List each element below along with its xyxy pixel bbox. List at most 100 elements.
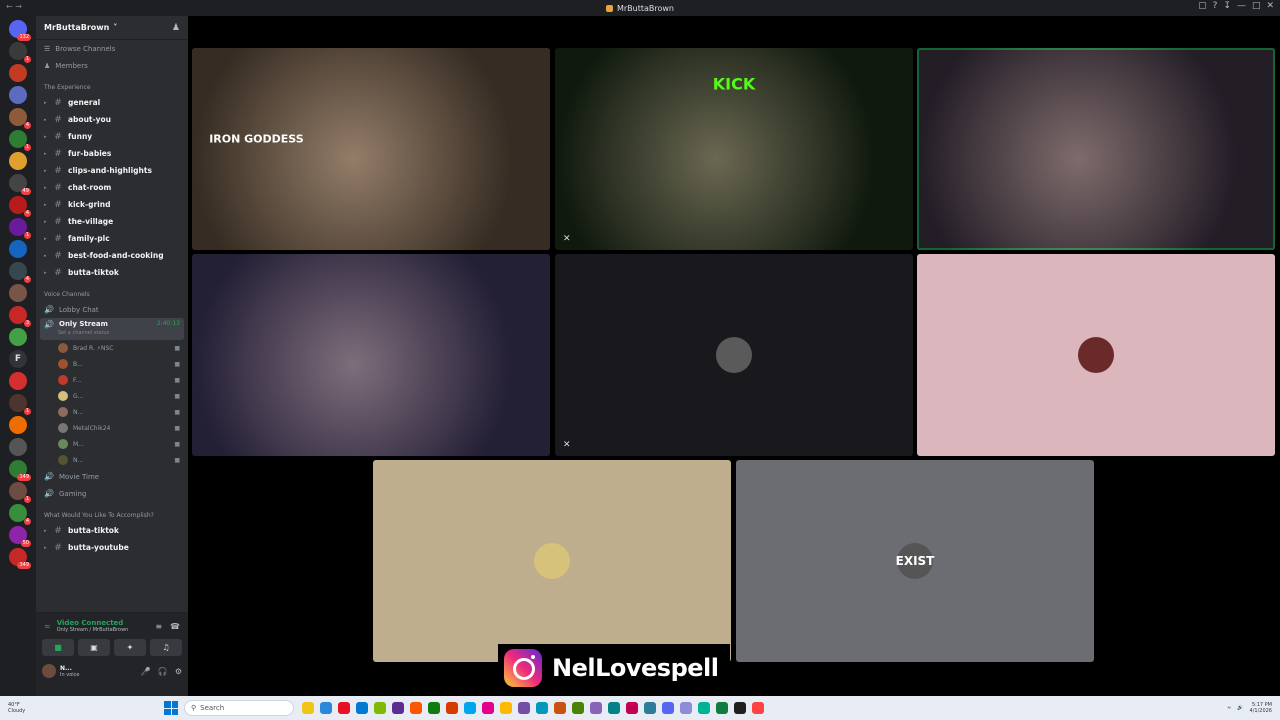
- voice-member[interactable]: B... ■: [36, 356, 188, 372]
- server-icon[interactable]: 1: [9, 218, 31, 239]
- channel-about-you[interactable]: ▸ # about-you: [36, 111, 188, 128]
- server-icon[interactable]: [9, 372, 27, 390]
- weather-widget[interactable]: 40°F Cloudy: [0, 702, 60, 714]
- video-tile[interactable]: IRON GODDESS: [192, 48, 550, 250]
- channel-fur-babies[interactable]: ▸ # fur-babies: [36, 145, 188, 162]
- voice-channel-lobby[interactable]: 🔊 Lobby Chat: [36, 301, 188, 318]
- user-avatar[interactable]: [42, 664, 56, 678]
- taskbar-app-icon[interactable]: [428, 702, 440, 714]
- voice-member[interactable]: F... ■: [36, 372, 188, 388]
- taskbar-app-icon[interactable]: [644, 702, 656, 714]
- maximize-button[interactable]: □: [1252, 1, 1261, 11]
- noise-icon[interactable]: ≡: [155, 622, 162, 631]
- headphones-icon[interactable]: 🎧: [158, 667, 168, 676]
- voice-channel-movie[interactable]: 🔊 Movie Time: [36, 468, 188, 485]
- server-icon[interactable]: 4: [9, 196, 31, 217]
- members[interactable]: ♟ Members: [36, 57, 188, 74]
- disconnect-icon[interactable]: ☎: [170, 622, 180, 631]
- server-icon[interactable]: [9, 438, 27, 456]
- server-icon[interactable]: [9, 152, 27, 170]
- taskbar-app-icon[interactable]: [662, 702, 674, 714]
- camera-button[interactable]: ■: [42, 639, 74, 656]
- voice-location[interactable]: Only Stream / MrButtaBrown: [57, 627, 129, 633]
- minimize-button[interactable]: —: [1237, 1, 1246, 11]
- taskbar-app-icon[interactable]: [680, 702, 692, 714]
- taskbar-app-icon[interactable]: [608, 702, 620, 714]
- taskbar-app-icon[interactable]: [302, 702, 314, 714]
- server-icon[interactable]: [9, 416, 27, 434]
- server-icon-f[interactable]: F: [9, 350, 27, 368]
- channel-general[interactable]: ▸ # general: [36, 94, 188, 111]
- channel-the-village[interactable]: ▸ # the-village: [36, 213, 188, 230]
- help-icon[interactable]: ?: [1213, 1, 1218, 11]
- server-icon-home[interactable]: 132: [9, 20, 31, 41]
- video-tile[interactable]: ✕: [555, 254, 913, 456]
- taskbar-search[interactable]: ⚲ Search: [184, 700, 294, 716]
- server-icon[interactable]: [9, 240, 27, 258]
- taskbar-app-icon[interactable]: [338, 702, 350, 714]
- server-icon[interactable]: 4: [9, 504, 31, 525]
- channel-clips-and-highlights[interactable]: ▸ # clips-and-highlights: [36, 162, 188, 179]
- video-tile[interactable]: KICK ✕: [555, 48, 913, 250]
- taskbar-app-icon[interactable]: [734, 702, 746, 714]
- channel-butta-youtube[interactable]: ▸ # butta-youtube: [36, 539, 188, 556]
- voice-member[interactable]: N... ■: [36, 404, 188, 420]
- taskbar-app-icon[interactable]: [482, 702, 494, 714]
- mic-icon[interactable]: 🎤: [141, 667, 151, 676]
- taskbar-app-icon[interactable]: [590, 702, 602, 714]
- close-button[interactable]: ✕: [1266, 1, 1274, 11]
- server-icon[interactable]: 4: [9, 262, 31, 283]
- channel-family-plc[interactable]: ▸ # family-plc: [36, 230, 188, 247]
- clock[interactable]: 5:17 PM 4/1/2026: [1250, 702, 1272, 714]
- video-tile[interactable]: [192, 254, 550, 456]
- channel-status[interactable]: Set a channel status: [58, 330, 109, 336]
- server-icon[interactable]: 49: [9, 174, 31, 195]
- taskbar-app-icon[interactable]: [320, 702, 332, 714]
- taskbar-app-icon[interactable]: [716, 702, 728, 714]
- taskbar-app-icon[interactable]: [518, 702, 530, 714]
- start-button[interactable]: [164, 701, 178, 715]
- download-icon[interactable]: ↧: [1223, 1, 1231, 11]
- taskbar-app-icon[interactable]: [572, 702, 584, 714]
- voice-member[interactable]: N... ■: [36, 452, 188, 468]
- screen-share-button[interactable]: ▣: [78, 639, 110, 656]
- server-icon[interactable]: 349: [9, 548, 31, 569]
- server-icon[interactable]: 1: [9, 394, 31, 415]
- voice-member[interactable]: MetalChik24 ■: [36, 420, 188, 436]
- inbox-icon[interactable]: ▢: [1198, 1, 1207, 11]
- taskbar-app-icon[interactable]: [626, 702, 638, 714]
- settings-icon[interactable]: ⚙: [175, 667, 182, 676]
- server-icon[interactable]: 3: [9, 306, 31, 327]
- channel-chat-room[interactable]: ▸ # chat-room: [36, 179, 188, 196]
- volume-icon[interactable]: 🔊: [1237, 705, 1243, 711]
- video-tile[interactable]: EXIST: [736, 460, 1094, 662]
- server-icon[interactable]: 1: [9, 130, 31, 151]
- server-icon[interactable]: [9, 328, 27, 346]
- server-icon[interactable]: 50: [9, 526, 31, 547]
- taskbar-app-icon[interactable]: [752, 702, 764, 714]
- category-accomplish[interactable]: What Would You Like To Accomplish?: [36, 508, 188, 522]
- taskbar-app-icon[interactable]: [500, 702, 512, 714]
- video-tile[interactable]: [917, 254, 1275, 456]
- channel-butta-tiktok[interactable]: ▸ # butta-tiktok: [36, 264, 188, 281]
- server-icon[interactable]: 1: [9, 482, 31, 503]
- server-icon[interactable]: 1: [9, 42, 31, 63]
- taskbar-app-icon[interactable]: [536, 702, 548, 714]
- category-voice[interactable]: Voice Channels: [36, 287, 188, 301]
- voice-member[interactable]: G... ■: [36, 388, 188, 404]
- server-icon[interactable]: [9, 284, 27, 302]
- browse-channels[interactable]: ☰ Browse Channels: [36, 40, 188, 57]
- channel-butta-tiktok[interactable]: ▸ # butta-tiktok: [36, 522, 188, 539]
- voice-member[interactable]: Brad R. ⚡NSC ■: [36, 340, 188, 356]
- category-experience[interactable]: The Experience: [36, 80, 188, 94]
- taskbar-app-icon[interactable]: [374, 702, 386, 714]
- taskbar-app-icon[interactable]: [464, 702, 476, 714]
- server-header[interactable]: MrButtaBrown ˅ ♟: [36, 16, 188, 40]
- server-icon[interactable]: 149: [9, 460, 31, 481]
- activities-button[interactable]: ✦: [114, 639, 146, 656]
- voice-channel-gaming[interactable]: 🔊 Gaming: [36, 485, 188, 502]
- channel-best-food-and-cooking[interactable]: ▸ # best-food-and-cooking: [36, 247, 188, 264]
- wifi-icon[interactable]: ≈: [1227, 705, 1231, 711]
- add-member-icon[interactable]: ♟: [172, 23, 180, 33]
- taskbar-app-icon[interactable]: [698, 702, 710, 714]
